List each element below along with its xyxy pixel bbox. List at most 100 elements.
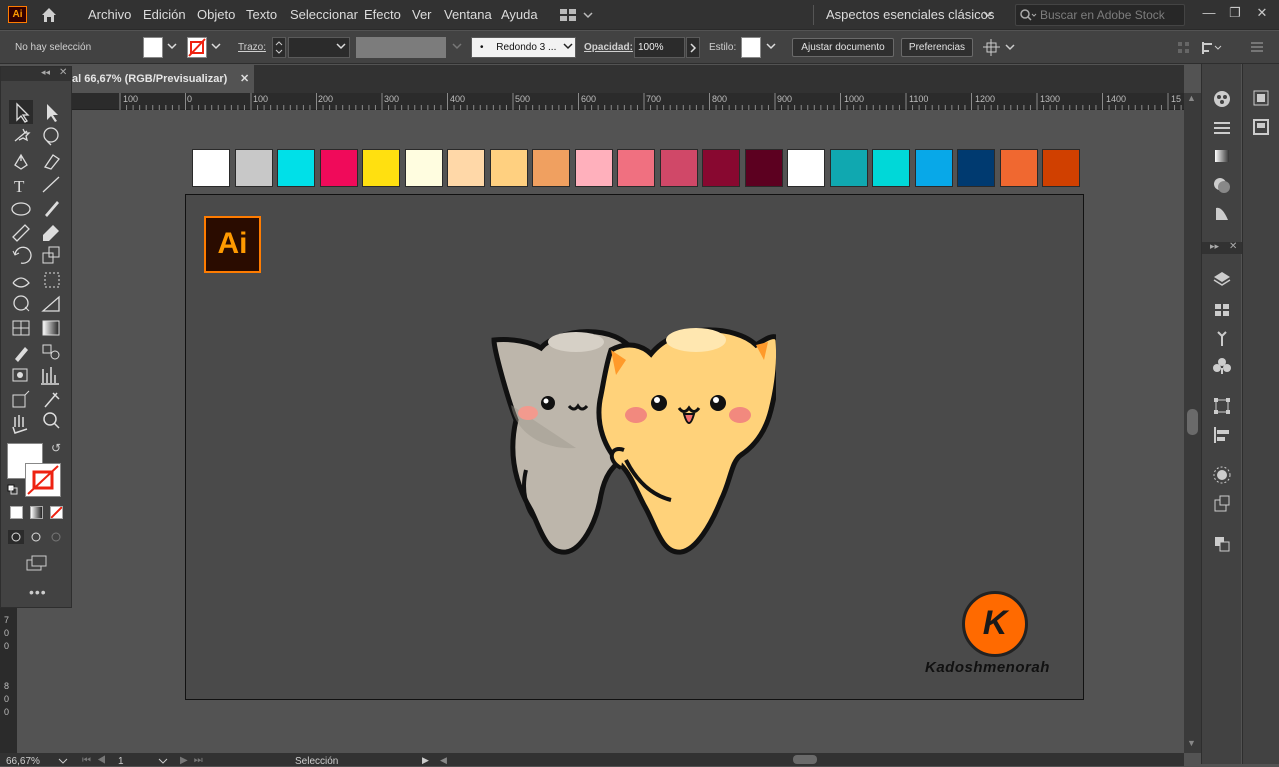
- stock-search-input[interactable]: Buscar en Adobe Stock: [1015, 4, 1185, 26]
- opacity-label[interactable]: Opacidad:: [584, 42, 633, 53]
- transparency-panel-icon[interactable]: [1212, 175, 1232, 195]
- gradient-panel-icon[interactable]: [1212, 146, 1232, 166]
- color-swatch[interactable]: [574, 149, 613, 187]
- scroll-down-icon[interactable]: ▼: [1187, 738, 1196, 748]
- artboard-nav-prev-icon[interactable]: ⏮◀: [82, 755, 112, 766]
- arrange-documents-icon[interactable]: [559, 8, 595, 22]
- appearance-panel-icon[interactable]: [1212, 203, 1232, 223]
- preferences-button[interactable]: Preferencias: [901, 38, 973, 57]
- artboard[interactable]: Ai K Kadoshmenorah: [185, 194, 1084, 700]
- artboard-nav-next-icon[interactable]: ▶⏭: [180, 755, 209, 766]
- home-icon[interactable]: [40, 6, 58, 24]
- color-swatch[interactable]: [702, 149, 740, 187]
- chevron-down-icon[interactable]: [452, 43, 462, 51]
- align-panel-icon[interactable]: [1212, 425, 1232, 445]
- stroke-dropdown-icon[interactable]: [211, 43, 221, 51]
- menu-efecto[interactable]: Efecto: [364, 7, 401, 22]
- color-mode-button[interactable]: [10, 506, 23, 519]
- chevron-down-icon[interactable]: [766, 43, 776, 51]
- document-tab[interactable]: al 66,67% (RGB/Previsualizar) ✕: [72, 65, 254, 93]
- transform-panel-icon[interactable]: [1212, 396, 1232, 416]
- stroke-label[interactable]: Trazo:: [238, 42, 266, 53]
- none-mode-button[interactable]: [50, 506, 63, 519]
- chevron-down-icon[interactable]: [158, 758, 168, 764]
- color-swatch[interactable]: [447, 149, 485, 187]
- symbols-panel-icon[interactable]: [1212, 356, 1232, 376]
- color-swatch[interactable]: [957, 149, 995, 187]
- screen-mode-icon[interactable]: [25, 554, 49, 572]
- color-swatch[interactable]: [1042, 149, 1080, 187]
- panel-menu-icon[interactable]: [1250, 41, 1264, 53]
- menu-texto[interactable]: Texto: [246, 7, 277, 22]
- color-swatch[interactable]: [872, 149, 910, 187]
- drawing-modes-icon[interactable]: [7, 529, 67, 545]
- color-swatch[interactable]: [659, 149, 698, 187]
- more-tools-icon[interactable]: •••: [29, 584, 47, 600]
- hscroll-thumb[interactable]: [793, 755, 817, 764]
- zoom-level[interactable]: 66,67%: [6, 756, 40, 767]
- color-swatch[interactable]: [319, 149, 358, 187]
- color-swatch[interactable]: [404, 149, 443, 187]
- menu-edicion[interactable]: Edición: [143, 7, 186, 22]
- fill-swatch[interactable]: [143, 37, 163, 58]
- opacity-arrow-button[interactable]: [686, 37, 700, 58]
- cats-illustration[interactable]: [486, 320, 776, 565]
- color-guide-icon[interactable]: [1212, 89, 1232, 109]
- properties-panel-icon[interactable]: [1251, 88, 1271, 108]
- status-menu-arrow-icon[interactable]: ▶: [422, 755, 429, 766]
- color-swatch[interactable]: [914, 149, 953, 187]
- color-swatch[interactable]: [362, 149, 400, 187]
- document-setup-button[interactable]: Ajustar documento: [792, 38, 894, 57]
- doc-info-icon[interactable]: [1251, 117, 1271, 137]
- menu-ver[interactable]: Ver: [412, 7, 432, 22]
- align-grid-icon[interactable]: [1176, 40, 1192, 56]
- gradient-mode-button[interactable]: [30, 506, 43, 519]
- close-icon[interactable]: ✕: [59, 67, 67, 78]
- menu-seleccionar[interactable]: Seleccionar: [290, 7, 358, 22]
- stroke-color-box[interactable]: [25, 463, 61, 497]
- color-swatch[interactable]: [787, 149, 825, 187]
- vertical-scrollbar[interactable]: ▲ ▼: [1184, 93, 1201, 753]
- swap-colors-icon[interactable]: ↺: [51, 441, 61, 455]
- stroke-swatch[interactable]: [187, 37, 207, 58]
- minimize-button[interactable]: —: [1200, 4, 1218, 22]
- expand-icon[interactable]: ▸▸: [1210, 241, 1219, 252]
- variable-width-profile[interactable]: [356, 37, 446, 58]
- brush-definition-dropdown[interactable]: • Redondo 3 ...: [471, 37, 576, 58]
- workspace-switcher[interactable]: Aspectos esenciales clásicos: [826, 7, 994, 22]
- menu-ayuda[interactable]: Ayuda: [501, 7, 538, 22]
- artboards-panel-icon[interactable]: [1212, 534, 1232, 554]
- align-icon[interactable]: [1200, 40, 1224, 56]
- restore-button[interactable]: ❐: [1226, 4, 1244, 22]
- scroll-thumb[interactable]: [1187, 409, 1198, 435]
- brushes-panel-icon[interactable]: [1212, 328, 1232, 348]
- hscroll-left-icon[interactable]: ◀: [440, 755, 447, 766]
- color-swatch[interactable]: [999, 149, 1038, 187]
- layers-panel-icon[interactable]: [1212, 269, 1232, 289]
- menu-archivo[interactable]: Archivo: [88, 7, 131, 22]
- color-swatch[interactable]: [532, 149, 570, 187]
- tool-icons[interactable]: T: [1, 97, 71, 577]
- close-window-button[interactable]: ✕: [1253, 4, 1271, 22]
- collapse-icon[interactable]: ◂◂: [41, 67, 50, 78]
- artboard-number[interactable]: 1: [118, 756, 124, 767]
- puppet-warp-icon[interactable]: [983, 39, 1017, 57]
- illustrator-badge[interactable]: Ai: [204, 216, 261, 273]
- stroke-panel-icon[interactable]: [1212, 118, 1232, 138]
- graphic-style-swatch[interactable]: [741, 37, 761, 58]
- chevron-down-icon[interactable]: [336, 43, 346, 51]
- chevron-down-icon[interactable]: [983, 11, 993, 19]
- close-icon[interactable]: ✕: [1229, 241, 1237, 252]
- color-swatch[interactable]: [192, 149, 230, 187]
- close-tab-icon[interactable]: ✕: [240, 65, 249, 93]
- menu-objeto[interactable]: Objeto: [197, 7, 235, 22]
- opacity-input[interactable]: 100%: [634, 37, 685, 58]
- color-swatch[interactable]: [489, 149, 528, 187]
- color-swatch[interactable]: [829, 149, 868, 187]
- libraries-panel-icon[interactable]: [1212, 300, 1232, 320]
- asset-export-icon[interactable]: [1212, 494, 1232, 514]
- color-swatch[interactable]: [617, 149, 655, 187]
- color-swatch[interactable]: [234, 149, 273, 187]
- menu-ventana[interactable]: Ventana: [444, 7, 492, 22]
- image-trace-icon[interactable]: [1212, 465, 1232, 485]
